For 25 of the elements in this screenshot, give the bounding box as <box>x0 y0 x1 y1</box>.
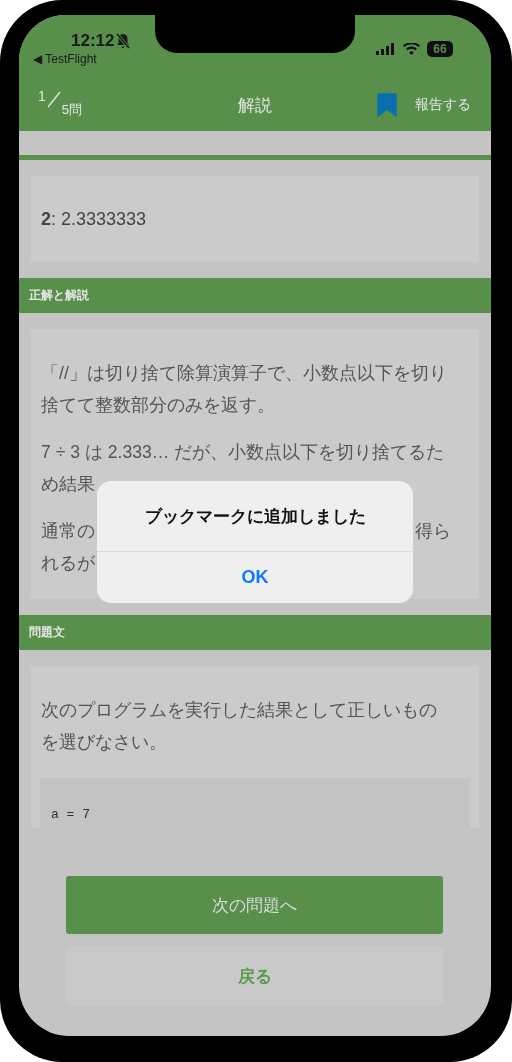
battery-level: 66 <box>427 41 453 57</box>
status-time: 12:12 <box>71 31 115 51</box>
explanation-fragment: 得ら <box>415 520 451 543</box>
wifi-icon <box>403 43 420 55</box>
question-text: 次のプログラムを実行した結果として正しいものを選びなさい。 <box>41 699 438 754</box>
report-button[interactable]: 報告する <box>415 96 471 114</box>
explanation-fragment: 通常の <box>41 520 95 543</box>
section-heading: 問題文 <box>29 624 65 641</box>
signal-icon <box>376 43 396 55</box>
explanation-fragment: れるが <box>41 552 95 575</box>
answer-text: 2: 2.3333333 <box>41 208 147 230</box>
back-to-app-link[interactable]: ◀ TestFlight <box>33 52 97 66</box>
section-heading: 正解と解説 <box>29 287 89 304</box>
code-line: a = 7 <box>51 807 90 822</box>
explanation-paragraph: 7 ÷ 3 は 2.333… だが、小数点以下を切り捨てるため結果 <box>41 441 446 496</box>
bell-slash-icon <box>116 33 131 49</box>
next-question-button[interactable]: 次の問題へ <box>66 876 443 934</box>
screen-title: 解説 <box>238 96 272 115</box>
ok-button[interactable]: OK <box>97 552 413 603</box>
back-button[interactable]: 戻る <box>66 947 443 1005</box>
alert-title: ブックマークに追加しました <box>144 505 366 528</box>
question-total: 5問 <box>61 101 83 119</box>
explanation-paragraph: 「//」は切り捨て除算演算子で、小数点以下を切り捨てて整数部分のみを返す。 <box>41 362 448 417</box>
question-number: 1 <box>38 88 46 104</box>
bookmark-icon[interactable] <box>377 93 397 117</box>
